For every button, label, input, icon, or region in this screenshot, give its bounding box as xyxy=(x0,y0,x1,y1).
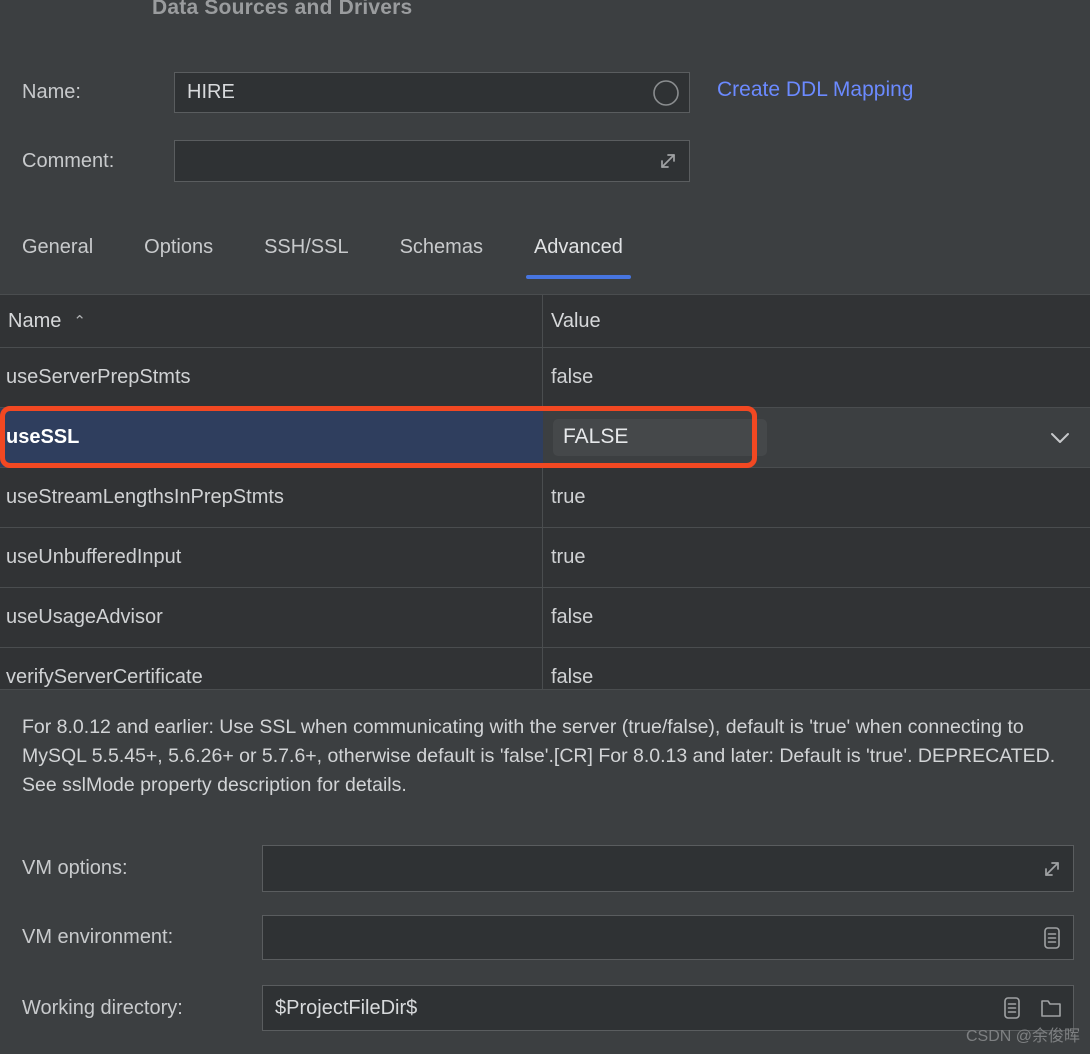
column-header-name-label: Name xyxy=(8,309,62,332)
name-row: Name: HIRE xyxy=(22,72,690,113)
property-name: useServerPrepStmts xyxy=(0,348,543,407)
comment-row: Comment: xyxy=(22,140,690,182)
tab-advanced[interactable]: Advanced xyxy=(525,228,631,279)
property-value[interactable]: true xyxy=(543,468,1090,527)
table-row[interactable]: useUsageAdvisor false xyxy=(0,588,1090,648)
expand-icon[interactable] xyxy=(1039,856,1065,882)
page-title: Data Sources and Drivers xyxy=(152,0,413,19)
table-row-selected[interactable]: useSSL FALSE xyxy=(0,408,1090,468)
working-directory-icons xyxy=(999,993,1065,1023)
column-header-value[interactable]: Value xyxy=(543,295,1090,347)
value-combobox-text: FALSE xyxy=(553,419,767,456)
table-header-row: Name ⌃ Value xyxy=(0,295,1090,348)
property-value[interactable]: false xyxy=(543,648,1090,689)
csdn-watermark: CSDN @余俊晖 xyxy=(965,1028,1080,1045)
working-directory-value: $ProjectFileDir$ xyxy=(275,996,418,1019)
tab-general[interactable]: General xyxy=(22,228,93,279)
working-directory-label: Working directory: xyxy=(22,996,183,1019)
property-name: useSSL xyxy=(0,408,543,467)
table-row[interactable]: verifyServerCertificate false xyxy=(0,648,1090,689)
create-ddl-mapping-link[interactable]: Create DDL Mapping xyxy=(717,78,914,102)
property-name: useStreamLengthsInPrepStmts xyxy=(0,468,543,527)
property-name: useUsageAdvisor xyxy=(0,588,543,647)
table-row[interactable]: useStreamLengthsInPrepStmts true xyxy=(0,468,1090,528)
sort-ascending-icon: ⌃ xyxy=(73,312,86,330)
tab-ssh-ssl[interactable]: SSH/SSL xyxy=(264,228,348,279)
expand-icon[interactable] xyxy=(655,148,681,174)
property-value[interactable]: false xyxy=(543,588,1090,647)
property-name: useUnbufferedInput xyxy=(0,528,543,587)
environment-variables-icon[interactable] xyxy=(1039,923,1065,953)
vm-environment-input[interactable] xyxy=(262,915,1074,960)
chevron-down-icon[interactable] xyxy=(1048,430,1072,446)
color-circle-icon[interactable] xyxy=(651,78,681,108)
column-header-name[interactable]: Name ⌃ xyxy=(0,295,543,347)
properties-table[interactable]: Name ⌃ Value useServerPrepStmts false us… xyxy=(0,294,1090,690)
table-row[interactable]: useUnbufferedInput true xyxy=(0,528,1090,588)
vm-options-input[interactable] xyxy=(262,845,1074,892)
settings-tabs: General Options SSH/SSL Schemas Advanced xyxy=(0,228,1090,288)
name-input[interactable]: HIRE xyxy=(174,72,690,113)
tab-schemas[interactable]: Schemas xyxy=(400,228,483,279)
property-name: verifyServerCertificate xyxy=(0,648,543,689)
folder-browse-icon[interactable] xyxy=(1037,993,1065,1023)
property-description: For 8.0.12 and earlier: Use SSL when com… xyxy=(22,716,1056,796)
property-value-editor-cell[interactable]: FALSE xyxy=(543,408,1090,467)
table-row[interactable]: useServerPrepStmts false xyxy=(0,348,1090,408)
macro-list-icon[interactable] xyxy=(999,993,1025,1023)
comment-input[interactable] xyxy=(174,140,690,182)
vm-options-row: VM options: xyxy=(22,845,1074,892)
vm-options-label: VM options: xyxy=(22,857,128,879)
property-value[interactable]: false xyxy=(543,348,1090,407)
tab-options[interactable]: Options xyxy=(144,228,213,279)
name-input-value: HIRE xyxy=(187,81,235,103)
vm-environment-label: VM environment: xyxy=(22,926,174,948)
property-value[interactable]: true xyxy=(543,528,1090,587)
comment-label: Comment: xyxy=(22,149,115,172)
vm-environment-row: VM environment: xyxy=(22,915,1074,960)
value-combobox[interactable]: FALSE xyxy=(543,408,1090,467)
working-directory-row: Working directory: $ProjectFileDir$ xyxy=(22,985,1074,1031)
working-directory-input[interactable]: $ProjectFileDir$ xyxy=(262,985,1074,1031)
name-label: Name: xyxy=(22,81,81,103)
